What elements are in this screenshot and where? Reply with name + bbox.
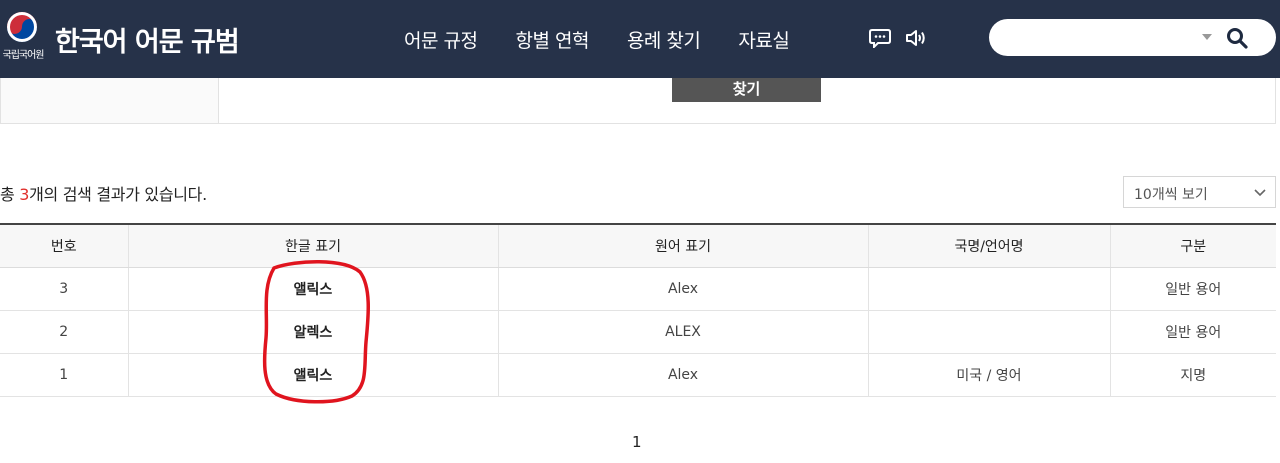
nav-item-regulations[interactable]: 어문 규정 <box>404 26 478 53</box>
nav-item-usage-search[interactable]: 용례 찾기 <box>627 26 701 53</box>
row-number: 1 <box>0 353 129 397</box>
category: 일반 용어 <box>1110 310 1276 354</box>
table-row: 3 앨릭스 Alex 일반 용어 <box>0 267 1276 311</box>
page-size-select[interactable]: 10개씩 보기 <box>1123 176 1276 208</box>
table-row: 1 앨릭스 Alex 미국 / 영어 지명 <box>0 353 1276 397</box>
country-language: 미국 / 영어 <box>868 353 1111 397</box>
country-language <box>868 267 1111 311</box>
column-header-number: 번호 <box>0 223 129 268</box>
search-input[interactable] <box>1003 25 1193 50</box>
page-size-value: 10개씩 보기 <box>1134 187 1208 203</box>
nav-item-resources[interactable]: 자료실 <box>738 26 789 53</box>
column-header-hangul: 한글 표기 <box>128 223 499 268</box>
result-count: 3 <box>19 185 30 204</box>
hangul-term-link[interactable]: 앨릭스 <box>294 368 333 384</box>
search-icon[interactable] <box>1225 26 1249 50</box>
category: 일반 용어 <box>1110 267 1276 311</box>
site-header: 국립국어원 한국어 어문 규범 어문 규정 항별 연혁 용례 찾기 자료실 <box>0 0 1280 78</box>
hangul-term-link[interactable]: 알렉스 <box>294 325 333 341</box>
table-row: 2 알렉스 ALEX 일반 용어 <box>0 310 1276 354</box>
hangul-term-link[interactable]: 앨릭스 <box>294 282 333 298</box>
search-dropdown-caret-icon[interactable] <box>1202 34 1212 40</box>
search-box <box>989 19 1276 56</box>
row-number: 3 <box>0 267 129 311</box>
chat-icon[interactable] <box>869 28 891 48</box>
find-button[interactable]: 찾기 <box>672 78 821 102</box>
main-nav: 어문 규정 항별 연혁 용례 찾기 자료실 <box>404 26 790 53</box>
country-language <box>868 310 1111 354</box>
category: 지명 <box>1110 353 1276 397</box>
search-form-row <box>0 78 1276 124</box>
results-table: 번호 한글 표기 원어 표기 국명/언어명 구분 3 앨릭스 Alex 일반 용… <box>0 223 1276 397</box>
column-header-country-language: 국명/언어명 <box>868 223 1111 268</box>
taegeuk-logo-icon[interactable] <box>7 12 37 42</box>
speaker-icon[interactable] <box>905 28 927 48</box>
original-term: ALEX <box>498 310 869 354</box>
row-number: 2 <box>0 310 129 354</box>
search-form-label-cell <box>1 78 219 123</box>
result-summary: 총 3개의 검색 결과가 있습니다. <box>0 185 207 204</box>
original-term: Alex <box>498 267 869 311</box>
org-name[interactable]: 국립국어원 <box>0 46 46 61</box>
site-title[interactable]: 한국어 어문 규범 <box>55 20 240 59</box>
table-header-row: 번호 한글 표기 원어 표기 국명/언어명 구분 <box>0 223 1276 268</box>
chevron-down-icon <box>1254 189 1266 197</box>
pagination-current-page[interactable]: 1 <box>632 433 642 451</box>
original-term: Alex <box>498 353 869 397</box>
column-header-category: 구분 <box>1110 223 1276 268</box>
column-header-original: 원어 표기 <box>498 223 869 268</box>
nav-item-history[interactable]: 항별 연혁 <box>515 26 589 53</box>
